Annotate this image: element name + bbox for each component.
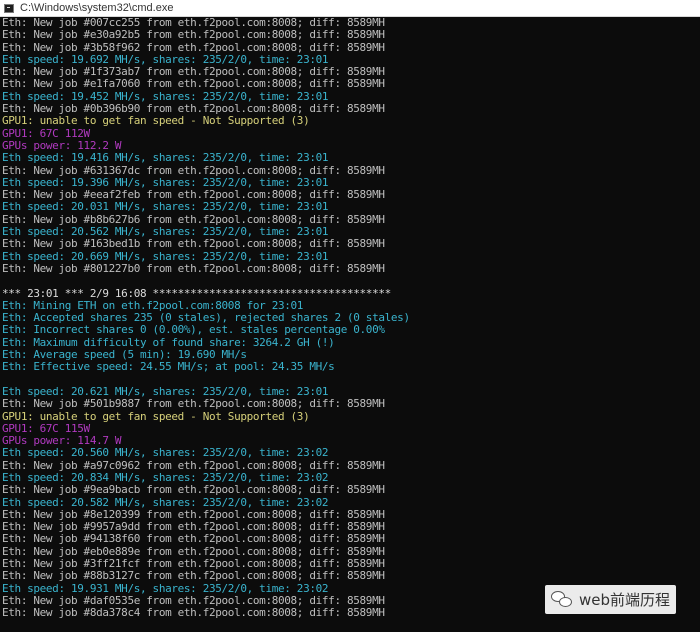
console-line: Eth: New job #801227b0 from eth.f2pool.c… xyxy=(2,261,385,275)
console-line: Eth: Incorrect shares 0 (0.00%), est. st… xyxy=(2,323,385,337)
watermark: web前端历程 xyxy=(544,585,676,614)
console-output[interactable]: Eth: New job #007cc255 from eth.f2pool.c… xyxy=(0,17,700,632)
console-line: Eth speed: 19.416 MH/s, shares: 235/2/0,… xyxy=(2,151,329,165)
console-line: Eth: New job #631367dc from eth.f2pool.c… xyxy=(2,163,385,177)
console-line: Eth: New job #501b9887 from eth.f2pool.c… xyxy=(2,397,385,411)
console-line: Eth: New job #94138f60 from eth.f2pool.c… xyxy=(2,532,385,546)
console-line: Eth: Effective speed: 24.55 MH/s; at poo… xyxy=(2,360,335,374)
console-line: Eth: New job #88b3127c from eth.f2pool.c… xyxy=(2,569,385,583)
console-line: *** 23:01 *** 2/9 16:08 ****************… xyxy=(2,286,391,300)
console-line: GPU1: unable to get fan speed - Not Supp… xyxy=(2,409,310,423)
cmd-icon xyxy=(4,3,14,13)
console-line: Eth: New job #163bed1b from eth.f2pool.c… xyxy=(2,237,385,251)
console-line: Eth speed: 20.560 MH/s, shares: 235/2/0,… xyxy=(2,446,329,460)
window-titlebar[interactable]: C:\Windows\system32\cmd.exe xyxy=(0,0,700,17)
wechat-icon xyxy=(550,590,573,609)
watermark-text: web前端历程 xyxy=(578,591,670,609)
console-line: Eth: New job #e1fa7060 from eth.f2pool.c… xyxy=(2,77,385,91)
console-line: Eth speed: 20.031 MH/s, shares: 235/2/0,… xyxy=(2,200,329,214)
console-line: GPU1: unable to get fan speed - Not Supp… xyxy=(2,114,310,128)
window-title: C:\Windows\system32\cmd.exe xyxy=(20,2,174,14)
console-line: Eth: New job #e30a92b5 from eth.f2pool.c… xyxy=(2,28,385,42)
console-line: Eth: New job #9ea9bacb from eth.f2pool.c… xyxy=(2,483,385,497)
